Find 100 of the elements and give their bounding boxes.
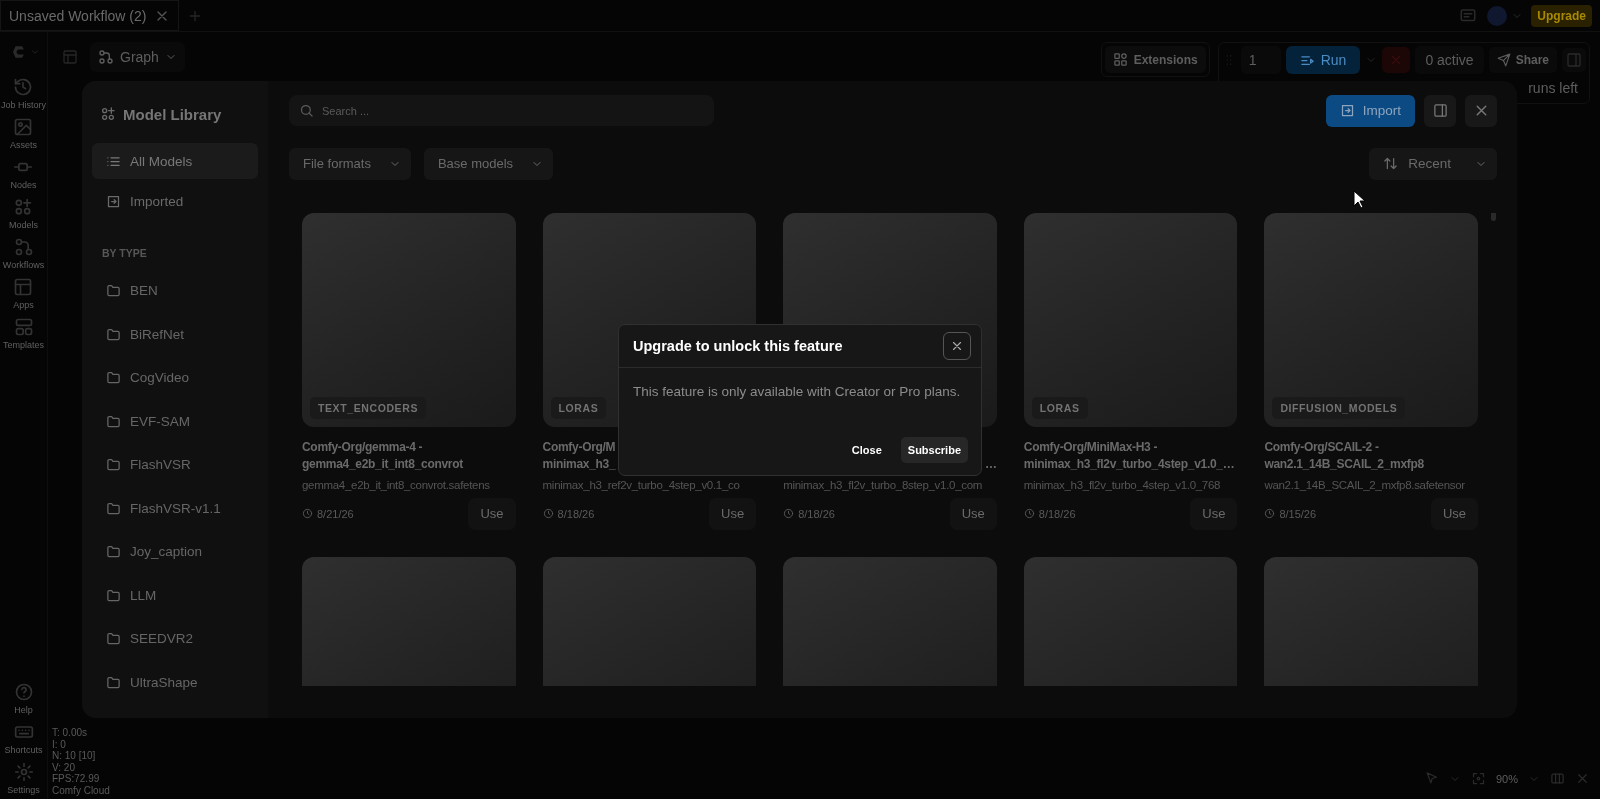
rail-label[interactable]: Settings [7, 785, 40, 795]
stats-text: FPS:72.99 [52, 773, 101, 785]
folder-icon [106, 674, 121, 690]
clock-icon [302, 508, 313, 520]
date-text: 8/21/26 [317, 507, 354, 520]
clock-icon [1023, 508, 1035, 520]
cancel-button[interactable] [1382, 47, 1411, 73]
models-icon[interactable] [13, 197, 34, 217]
view-dropdown[interactable]: Graph [90, 42, 185, 72]
folder-item[interactable]: BEN [92, 269, 258, 313]
subscribe-button[interactable]: Subscribe [900, 436, 968, 463]
filter-dropdown[interactable]: File formats [289, 147, 411, 180]
use-button[interactable]: Use [1430, 497, 1478, 530]
rail-label[interactable]: Shortcuts [4, 745, 43, 755]
search-field[interactable]: Search ... [289, 95, 714, 126]
stats-text: T: 0.00s [52, 727, 89, 739]
rail-label[interactable]: Apps [13, 300, 34, 310]
close-icon[interactable] [1575, 771, 1590, 786]
file-name: minimax_h3_fl2v_turbo_8step_v1.0_com [783, 478, 984, 491]
stats-text: V: 20 [52, 761, 76, 773]
use-button[interactable]: Use [709, 497, 757, 530]
category-tag: TEXT_ENCODERS [310, 396, 426, 419]
close-button[interactable] [943, 331, 971, 360]
model-thumbnail[interactable]: DIFFUSION_MODELS [1264, 213, 1478, 427]
layout-icon[interactable] [13, 277, 34, 297]
nav-item[interactable]: Imported [92, 183, 258, 219]
file-name: minimax_h3_ref2v_turbo_4step_v0.1_co [542, 478, 741, 491]
folder-item[interactable]: UltraShape [92, 660, 258, 704]
rail-label[interactable]: Workflows [2, 260, 45, 270]
clock-icon [542, 508, 554, 520]
sort-dropdown[interactable]: Recent [1369, 147, 1497, 180]
settings-icon[interactable] [13, 762, 34, 782]
folder-item[interactable]: CogVideo [92, 356, 258, 400]
stats-text: Comfy Cloud [52, 784, 110, 796]
filter-dropdown[interactable]: Base models [423, 147, 554, 180]
folder-icon [106, 457, 121, 473]
templates-icon[interactable] [13, 317, 34, 337]
file-name: wan2.1_14B_SCAIL_2_mxfp8.safetensor [1264, 478, 1466, 491]
folder-item[interactable]: Joy_caption [92, 530, 258, 574]
model-thumbnail[interactable]: LORAS [1023, 213, 1238, 427]
model-thumbnail[interactable]: TEXT_ENCODERS [302, 213, 516, 427]
model-title: Comfy-Org/M [542, 438, 617, 456]
panel-title: Model Library [123, 105, 222, 123]
stats-text: N: 10 [10] [52, 750, 97, 762]
avatar[interactable] [1487, 5, 1508, 26]
file-name: gemma4_e2b_it_int8_convrot.safetens [302, 478, 491, 491]
zoom-level[interactable]: 90% [1495, 772, 1518, 785]
folder-icon [106, 283, 121, 299]
import-icon [106, 193, 121, 209]
search-icon [299, 103, 314, 118]
upgrade-button[interactable]: Upgrade [1531, 4, 1592, 27]
queue-button[interactable]: 0 active [1415, 46, 1484, 74]
image-icon[interactable] [13, 117, 34, 137]
sort-icon [1383, 156, 1399, 171]
fit-icon[interactable] [1470, 771, 1486, 786]
rail-label[interactable]: Job History [1, 100, 46, 110]
import-button[interactable]: Import [1325, 94, 1415, 127]
panel-icon[interactable] [1562, 48, 1586, 72]
minimap-icon[interactable] [1550, 771, 1565, 786]
help-icon[interactable] [13, 682, 34, 702]
nav-item[interactable]: All Models [92, 143, 258, 179]
clock-icon [1264, 508, 1276, 520]
folder-item[interactable]: EVF-SAM [92, 399, 258, 443]
model-title: Comfy-Org/gemma-4 - [302, 438, 424, 456]
use-button[interactable]: Use [1190, 497, 1238, 530]
workflow-tab[interactable]: Unsaved Workflow (2) [0, 0, 180, 31]
rail-label[interactable]: Nodes [10, 180, 37, 190]
close-button[interactable]: Close [844, 436, 889, 463]
use-button[interactable]: Use [949, 497, 997, 530]
model-title: Comfy-Org/SCAIL-2 - [1264, 438, 1380, 456]
folder-item[interactable]: LLM [92, 573, 258, 617]
workflow-icon[interactable] [13, 237, 34, 257]
folder-item[interactable]: BiRefNet [92, 312, 258, 356]
folder-item[interactable]: FlashVSR-v1.1 [92, 486, 258, 530]
batch-count-field[interactable]: 1 [1240, 46, 1281, 74]
folder-icon [106, 631, 121, 647]
clock-icon [783, 508, 795, 520]
models-icon [100, 106, 116, 122]
folder-icon [106, 413, 121, 429]
use-button[interactable]: Use [468, 497, 516, 530]
date-text: 8/18/26 [1038, 507, 1076, 520]
model-title: minimax_h3_fl2v_turbo_4step_v1.0_… [1023, 455, 1236, 473]
extensions-button[interactable]: Extensions [1104, 46, 1206, 73]
folder-icon [106, 326, 121, 342]
section-heading: BY TYPE [101, 247, 148, 259]
model-title: gemma4_e2b_it_int8_convrot [302, 455, 464, 473]
rail-label[interactable]: Assets [10, 140, 37, 150]
history-icon[interactable] [13, 77, 34, 97]
folder-item[interactable]: SEEDVR2 [92, 617, 258, 661]
run-button[interactable]: Run [1285, 46, 1361, 74]
toggle-panel-button[interactable] [1424, 94, 1456, 127]
rail-label[interactable]: Templates [3, 340, 44, 350]
panel-icon[interactable] [62, 49, 78, 65]
rail-label[interactable]: Models [9, 220, 38, 230]
folder-icon [106, 500, 121, 516]
close-button[interactable] [1465, 94, 1497, 127]
folder-item[interactable]: FlashVSR [92, 443, 258, 487]
share-button[interactable]: Share [1488, 47, 1557, 73]
mouse-cursor-icon [1353, 190, 1366, 209]
rail-label[interactable]: Help [14, 705, 33, 715]
